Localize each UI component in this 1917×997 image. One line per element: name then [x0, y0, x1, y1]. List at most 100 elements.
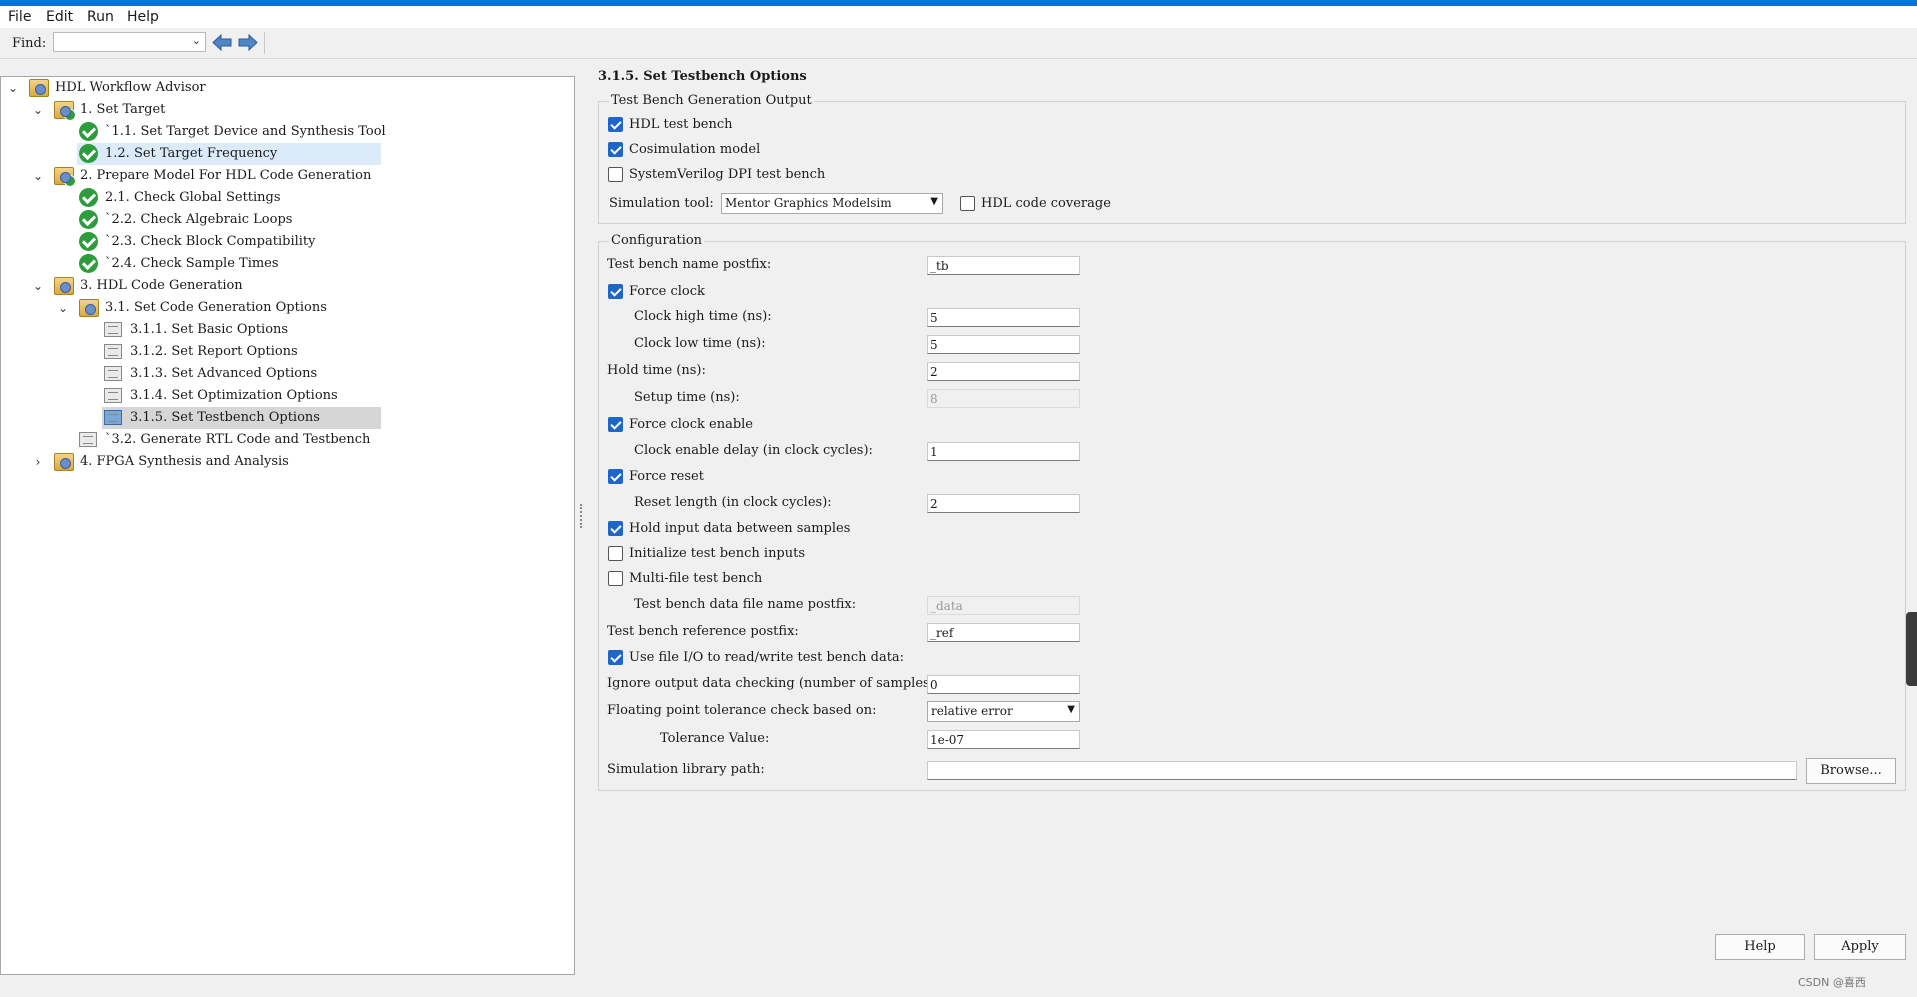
clock-enable-delay-input[interactable]: 1: [927, 442, 1080, 461]
sv-dpi-label: SystemVerilog DPI test bench: [629, 167, 826, 182]
tree-node-prepare-model[interactable]: ⌄ 2. Prepare Model For HDL Code Generati…: [1, 165, 574, 187]
chevron-down-icon[interactable]: ⌄: [192, 34, 201, 47]
browse-button[interactable]: Browse...: [1806, 758, 1896, 784]
sv-dpi-checkbox[interactable]: [608, 167, 623, 182]
chevron-down-icon[interactable]: ⌄: [31, 275, 45, 297]
tree-label: `3.2. Generate RTL Code and Testbench: [105, 432, 371, 447]
tree-node-2-4[interactable]: `2.4. Check Sample Times: [1, 253, 574, 275]
task-page-icon: [79, 432, 97, 447]
hold-time-input[interactable]: 2: [927, 362, 1080, 381]
find-input[interactable]: ⌄: [53, 32, 206, 52]
init-inputs-checkbox[interactable]: [608, 546, 623, 561]
task-page-icon: [104, 322, 122, 337]
workflow-tree-panel: ⌄ HDL Workflow Advisor ⌄ 1. Set Target `…: [0, 76, 575, 975]
chevron-down-icon[interactable]: ⌄: [31, 165, 45, 187]
multi-file-checkbox[interactable]: [608, 571, 623, 586]
tree-label: 2.1. Check Global Settings: [105, 190, 281, 205]
ignore-output-label: Ignore output data checking (number of s…: [607, 676, 940, 691]
tree-label: `2.2. Check Algebraic Loops: [105, 212, 293, 227]
apply-button[interactable]: Apply: [1814, 934, 1906, 960]
force-reset-label: Force reset: [629, 469, 704, 484]
tree-label: 3.1.3. Set Advanced Options: [130, 366, 318, 381]
task-folder-icon: [54, 453, 74, 471]
hdl-test-bench-checkbox[interactable]: [608, 117, 623, 132]
sim-lib-path-input[interactable]: [927, 761, 1797, 780]
menu-file[interactable]: File: [8, 9, 31, 25]
chevron-down-icon[interactable]: ⌄: [56, 297, 70, 319]
tree-node-3-1-1[interactable]: 3.1.1. Set Basic Options: [1, 319, 574, 341]
hdl-code-coverage-checkbox[interactable]: [960, 196, 975, 211]
fp-tolerance-label: Floating point tolerance check based on:: [607, 703, 877, 718]
tree-node-hdl-code-generation[interactable]: ⌄ 3. HDL Code Generation: [1, 275, 574, 297]
task-page-icon: [104, 366, 122, 381]
task-folder-icon: [54, 167, 76, 187]
menu-run[interactable]: Run: [87, 9, 114, 25]
panel-splitter-handle[interactable]: [580, 504, 585, 528]
clock-high-input[interactable]: 5: [927, 308, 1080, 327]
tree-node-2-3[interactable]: `2.3. Check Block Compatibility: [1, 231, 574, 253]
back-arrow-icon[interactable]: [210, 32, 234, 53]
find-label: Find:: [12, 36, 47, 51]
tree-label: 1. Set Target: [80, 102, 166, 117]
chevron-down-icon[interactable]: ⌄: [31, 99, 45, 121]
tree-label: HDL Workflow Advisor: [55, 80, 206, 95]
tree-node-3-1-4[interactable]: 3.1.4. Set Optimization Options: [1, 385, 574, 407]
tree-label: 1.2. Set Target Frequency: [105, 146, 278, 161]
check-passed-icon: [79, 122, 98, 141]
tree-label: 3.1.4. Set Optimization Options: [130, 388, 338, 403]
side-edge-tab[interactable]: [1906, 612, 1917, 686]
tree-node-3-1-5[interactable]: 3.1.5. Set Testbench Options: [102, 407, 381, 429]
tb-name-postfix-input[interactable]: _tb: [927, 256, 1080, 275]
simulation-tool-select[interactable]: Mentor Graphics Modelsim ▼: [721, 193, 943, 214]
tree-node-1-1[interactable]: `1.1. Set Target Device and Synthesis To…: [1, 121, 574, 143]
init-inputs-label: Initialize test bench inputs: [629, 546, 806, 561]
tree-node-3-1-3[interactable]: 3.1.3. Set Advanced Options: [1, 363, 574, 385]
menu-edit[interactable]: Edit: [46, 9, 73, 25]
tolerance-value-input[interactable]: 1e-07: [927, 730, 1080, 749]
setup-time-label: Setup time (ns):: [634, 390, 740, 405]
ref-postfix-input[interactable]: _ref: [927, 623, 1080, 642]
tree-node-set-target[interactable]: ⌄ 1. Set Target: [1, 99, 574, 121]
chevron-down-icon[interactable]: ⌄: [6, 77, 20, 99]
sim-lib-path-label: Simulation library path:: [607, 762, 765, 777]
check-passed-icon: [79, 210, 98, 229]
force-clock-checkbox[interactable]: [608, 284, 623, 299]
cosimulation-model-checkbox[interactable]: [608, 142, 623, 157]
task-page-icon: [104, 388, 122, 403]
tree-label: `1.1. Set Target Device and Synthesis To…: [105, 124, 386, 139]
tree-node-hdl-workflow-advisor[interactable]: ⌄ HDL Workflow Advisor: [1, 77, 574, 99]
force-clock-label: Force clock: [629, 284, 705, 299]
tree-label: 3.1.1. Set Basic Options: [130, 322, 289, 337]
task-page-icon: [104, 410, 122, 425]
fp-tolerance-value: relative error: [931, 704, 1013, 718]
reset-length-input[interactable]: 2: [927, 494, 1080, 513]
clock-low-input[interactable]: 5: [927, 335, 1080, 354]
help-button[interactable]: Help: [1715, 934, 1805, 960]
tree-node-1-2[interactable]: 1.2. Set Target Frequency: [77, 143, 381, 165]
clock-low-label: Clock low time (ns):: [634, 336, 766, 351]
tree-node-2-1[interactable]: 2.1. Check Global Settings: [1, 187, 574, 209]
task-page-icon: [104, 344, 122, 359]
force-reset-checkbox[interactable]: [608, 469, 623, 484]
fp-tolerance-select[interactable]: relative error ▼: [927, 701, 1080, 722]
tree-node-3-1[interactable]: ⌄ 3.1. Set Code Generation Options: [1, 297, 574, 319]
data-file-postfix-input: _data: [927, 596, 1080, 615]
chevron-right-icon[interactable]: ›: [31, 451, 45, 473]
file-io-label: Use file I/O to read/write test bench da…: [629, 650, 905, 665]
force-clock-enable-checkbox[interactable]: [608, 417, 623, 432]
task-folder-icon: [54, 277, 74, 295]
data-file-postfix-label: Test bench data file name postfix:: [634, 597, 857, 612]
tree-node-2-2[interactable]: `2.2. Check Algebraic Loops: [1, 209, 574, 231]
tb-name-postfix-label: Test bench name postfix:: [607, 257, 772, 272]
forward-arrow-icon[interactable]: [236, 32, 260, 53]
file-io-checkbox[interactable]: [608, 650, 623, 665]
tree-node-3-2[interactable]: `3.2. Generate RTL Code and Testbench: [1, 429, 574, 451]
menu-help[interactable]: Help: [127, 9, 159, 25]
hold-input-checkbox[interactable]: [608, 521, 623, 536]
simulation-tool-label: Simulation tool:: [609, 196, 714, 211]
ignore-output-input[interactable]: 0: [927, 675, 1080, 694]
hdl-code-coverage-label: HDL code coverage: [981, 196, 1111, 211]
check-passed-icon: [79, 232, 98, 251]
tree-node-fpga-synthesis[interactable]: › 4. FPGA Synthesis and Analysis: [1, 451, 574, 473]
tree-node-3-1-2[interactable]: 3.1.2. Set Report Options: [1, 341, 574, 363]
